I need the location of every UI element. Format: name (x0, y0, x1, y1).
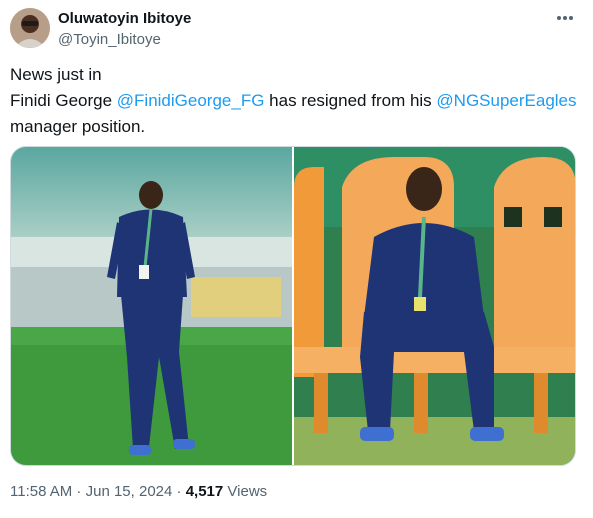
tweet-date[interactable]: Jun 15, 2024 (86, 483, 173, 500)
tweet-line-2-middle: has resigned from his (264, 91, 437, 110)
tweet-line-3: manager position. (10, 117, 146, 136)
avatar-image (10, 8, 50, 48)
more-options-button[interactable] (553, 8, 577, 28)
photo-coach-in-dugout[interactable] (294, 147, 575, 465)
tweet-text: News just in Finidi George @FinidiGeorge… (10, 62, 580, 140)
views-label: Views (223, 483, 268, 500)
tweet-line-2: Finidi George @FinidiGeorge_FG has resig… (10, 88, 580, 114)
mention-finidi-link[interactable]: @FinidiGeorge_FG (117, 91, 265, 110)
views-count: 4,517 (185, 483, 224, 500)
meta-separator: · (172, 483, 186, 500)
photo-coach-on-pitch[interactable] (11, 147, 292, 465)
tweet-time[interactable]: 11:58 AM (10, 483, 72, 500)
more-horizontal-icon (557, 16, 573, 20)
tweet-line-2-prefix: Finidi George (10, 91, 117, 110)
avatar[interactable] (10, 8, 50, 48)
tweet-meta: 11:58 AM · Jun 15, 2024 · 4,517 Views (10, 482, 267, 501)
author-handle[interactable]: @Toyin_Ibitoye (58, 30, 161, 49)
mention-super-eagles-link[interactable]: @NGSuperEagles (436, 91, 576, 110)
tweet-media (10, 146, 576, 466)
photo-coach-on-pitch-image (11, 147, 292, 465)
meta-separator: · (72, 483, 86, 500)
tweet-card: Oluwatoyin Ibitoye @Toyin_Ibitoye News j… (0, 0, 593, 518)
author-name[interactable]: Oluwatoyin Ibitoye (58, 9, 191, 28)
photo-coach-in-dugout-image (294, 147, 575, 465)
tweet-line-1: News just in (10, 65, 102, 84)
